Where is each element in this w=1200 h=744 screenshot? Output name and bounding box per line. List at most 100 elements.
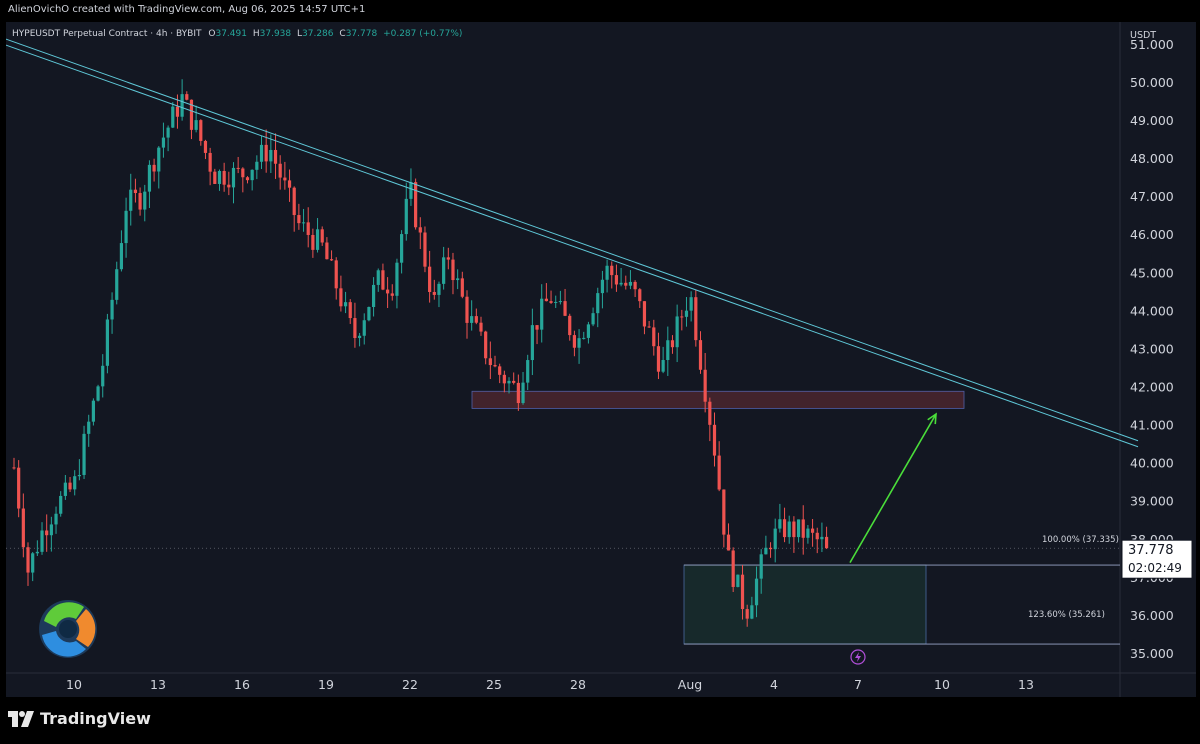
- candle-body[interactable]: [577, 338, 581, 348]
- candle-body[interactable]: [395, 262, 399, 296]
- candle-body[interactable]: [110, 299, 114, 320]
- candle-body[interactable]: [371, 284, 376, 307]
- candle-body[interactable]: [40, 530, 44, 552]
- candle-body[interactable]: [161, 137, 166, 148]
- candle-body[interactable]: [353, 318, 357, 339]
- candle-body[interactable]: [343, 302, 348, 307]
- candle-body[interactable]: [376, 270, 380, 285]
- candle-body[interactable]: [208, 152, 212, 172]
- candle-body[interactable]: [264, 144, 268, 162]
- candle-body[interactable]: [502, 374, 506, 384]
- candle-body[interactable]: [554, 301, 558, 303]
- candle-body[interactable]: [133, 189, 138, 194]
- candle-body[interactable]: [810, 528, 815, 533]
- candle-body[interactable]: [437, 283, 441, 295]
- candle-body[interactable]: [530, 325, 534, 361]
- candle-body[interactable]: [782, 519, 787, 538]
- candle-body[interactable]: [404, 198, 408, 235]
- candle-body[interactable]: [638, 289, 642, 302]
- candle-body[interactable]: [670, 340, 675, 348]
- candle-body[interactable]: [652, 327, 656, 347]
- candle-body[interactable]: [498, 366, 502, 375]
- candle-body[interactable]: [329, 259, 334, 261]
- chart-frame[interactable]: 51.000 50.000 49.000 48.000 47.000 46.000 45.0…: [6, 22, 1196, 697]
- candle-body[interactable]: [124, 210, 128, 244]
- candle-body[interactable]: [479, 322, 483, 332]
- candle-body[interactable]: [694, 297, 698, 341]
- candle-body[interactable]: [754, 578, 759, 606]
- candle-body[interactable]: [801, 519, 805, 538]
- candle-body[interactable]: [591, 313, 595, 325]
- candle-body[interactable]: [147, 164, 152, 192]
- candle-body[interactable]: [465, 296, 469, 323]
- candle-body[interactable]: [600, 279, 605, 294]
- candle-body[interactable]: [381, 270, 385, 290]
- resistance-zone[interactable]: [471, 390, 965, 409]
- candle-body[interactable]: [787, 521, 791, 538]
- candle-body[interactable]: [222, 170, 226, 185]
- candle-body[interactable]: [540, 298, 544, 330]
- candle-body[interactable]: [175, 106, 180, 117]
- candle-body[interactable]: [778, 519, 782, 529]
- candle-body[interactable]: [488, 358, 492, 366]
- candle-body[interactable]: [432, 292, 436, 295]
- candle-body[interactable]: [283, 177, 287, 181]
- candle-body[interactable]: [610, 265, 614, 276]
- candle-body[interactable]: [624, 282, 628, 286]
- candle-body[interactable]: [740, 574, 745, 610]
- candle-body[interactable]: [572, 335, 576, 348]
- candle-body[interactable]: [442, 257, 446, 284]
- candle-body[interactable]: [315, 229, 320, 250]
- candle-body[interactable]: [367, 306, 371, 321]
- candle-body[interactable]: [456, 278, 460, 281]
- candle-body[interactable]: [129, 189, 133, 211]
- candle-body[interactable]: [77, 474, 81, 477]
- candle-body[interactable]: [568, 315, 572, 336]
- candle-body[interactable]: [619, 282, 623, 285]
- candle-body[interactable]: [180, 94, 184, 117]
- candle-body[interactable]: [287, 180, 292, 188]
- candle-body[interactable]: [764, 547, 768, 555]
- candle-body[interactable]: [726, 534, 731, 551]
- candle-body[interactable]: [278, 163, 282, 178]
- candle-body[interactable]: [217, 170, 222, 184]
- candle-body[interactable]: [301, 222, 306, 224]
- candle-body[interactable]: [26, 547, 30, 573]
- candle-body[interactable]: [203, 140, 208, 153]
- candle-body[interactable]: [320, 229, 324, 243]
- candle-body[interactable]: [255, 161, 259, 170]
- candle-body[interactable]: [820, 536, 824, 540]
- candle-body[interactable]: [166, 127, 170, 138]
- candle-body[interactable]: [745, 609, 749, 619]
- candle-body[interactable]: [143, 191, 147, 210]
- candle-body[interactable]: [45, 530, 49, 536]
- candle-body[interactable]: [269, 149, 273, 162]
- candle-body[interactable]: [96, 386, 100, 401]
- candle-body[interactable]: [684, 310, 689, 317]
- candle-body[interactable]: [68, 482, 72, 490]
- lightning-icon[interactable]: [850, 649, 866, 665]
- candle-body[interactable]: [273, 149, 278, 164]
- candle-body[interactable]: [199, 120, 203, 141]
- candle-body[interactable]: [21, 508, 25, 548]
- candle-body[interactable]: [418, 227, 422, 233]
- candle-body[interactable]: [493, 365, 497, 367]
- candle-body[interactable]: [549, 301, 553, 303]
- candle-body[interactable]: [582, 337, 586, 339]
- candle-body[interactable]: [824, 536, 829, 549]
- candle-body[interactable]: [152, 164, 156, 172]
- candle-body[interactable]: [815, 532, 819, 540]
- trendline-upper[interactable]: [6, 33, 1139, 442]
- candle-body[interactable]: [54, 513, 58, 525]
- candle-body[interactable]: [759, 554, 763, 579]
- candle-body[interactable]: [400, 234, 404, 263]
- tradingview-logo[interactable]: TradingView: [8, 709, 151, 728]
- candle-body[interactable]: [292, 187, 296, 216]
- candle-body[interactable]: [414, 182, 418, 228]
- candle-body[interactable]: [647, 326, 651, 328]
- candle-body[interactable]: [138, 193, 142, 210]
- candle-body[interactable]: [227, 184, 231, 188]
- candle-body[interactable]: [666, 340, 670, 361]
- candle-body[interactable]: [451, 259, 455, 281]
- candle-body[interactable]: [171, 106, 175, 128]
